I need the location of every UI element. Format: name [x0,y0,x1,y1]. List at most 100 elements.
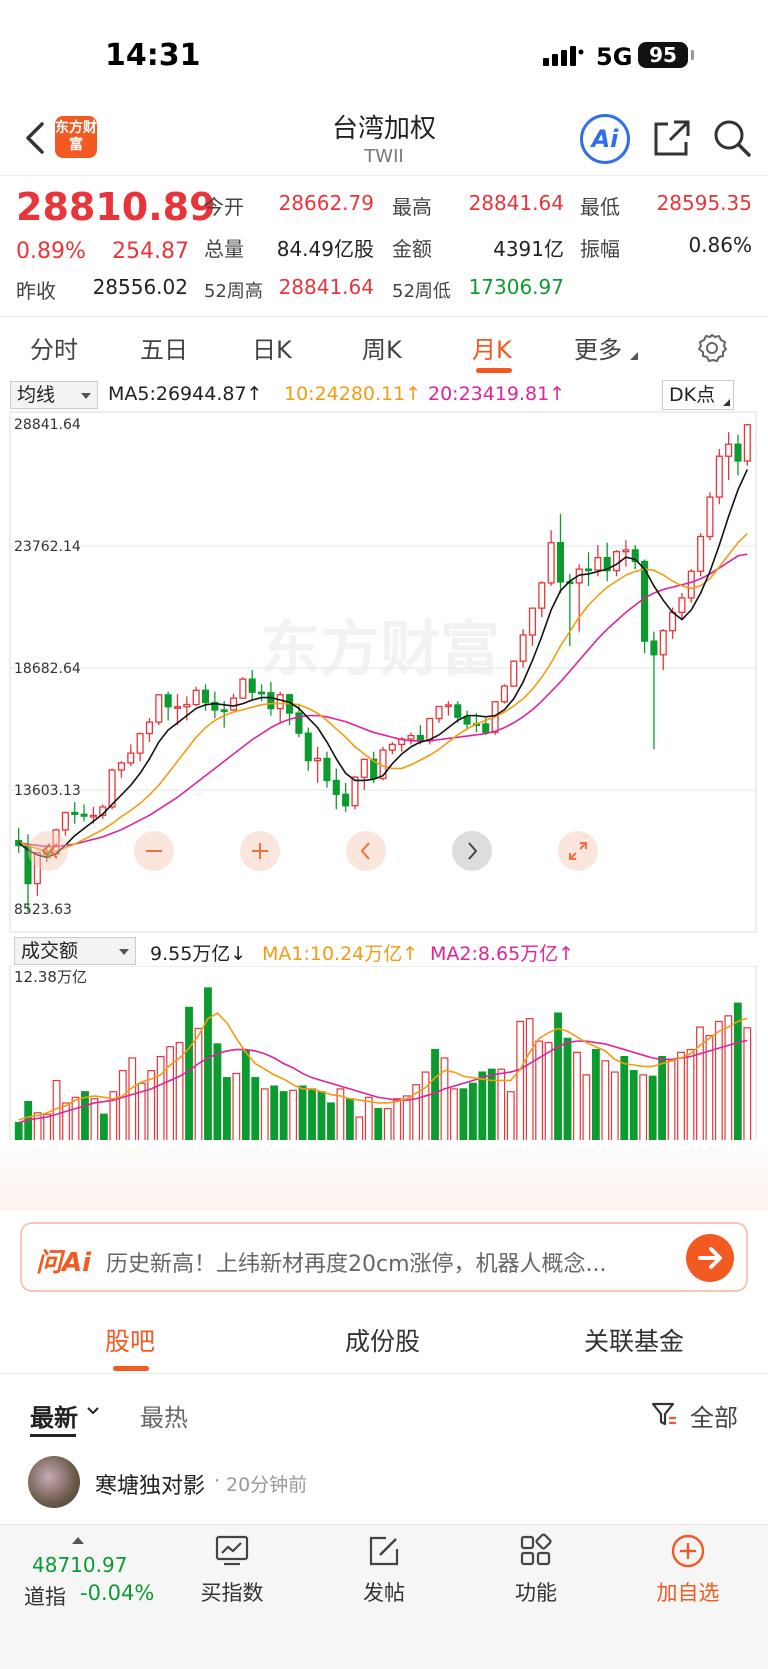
candle-body [360,758,368,778]
candle-body [538,582,546,609]
y-tick-label: 18682.64 [14,661,81,677]
candle-body [725,443,733,457]
ask-ai-go-button[interactable] [686,1234,734,1282]
candle-body [117,762,125,771]
scroll-left-fast-icon[interactable] [28,831,68,871]
dow-index-name[interactable]: 道指 [24,1581,66,1611]
active-subtab-underline [113,1366,149,1371]
candle-body [276,694,284,710]
compose-icon [369,1536,399,1566]
candle-body [304,732,312,762]
ma20-value: 20:23419.81↑ [428,383,566,405]
volume-legend-bar: 成交额 9.55万亿↓ MA1:10.24万亿↑ MA2:8.65万亿↑ [0,935,768,967]
avatar[interactable] [28,1456,80,1508]
candle-body [80,813,88,817]
filter-funnel-icon[interactable] [650,1400,678,1428]
tab-related-funds[interactable]: 关联基金 [584,1322,684,1358]
candle-body [669,611,677,632]
y-tick-label: 23762.14 [14,539,81,555]
candle-body [388,743,396,751]
volume-bar [185,1006,193,1163]
functions-button[interactable]: 功能 [486,1533,586,1607]
high-label: 最高 [392,195,432,219]
amplitude-value: 0.86% [688,233,752,257]
candle-body [612,551,621,572]
more-caret-icon [630,352,638,360]
ma-legend-bar: 均线 MA5:26944.87↑ 10:24280.11↑ 20:23419.8… [0,378,768,410]
amplitude-label: 振幅 [580,237,620,261]
scroll-left-icon[interactable] [346,831,386,871]
candle-body [697,535,705,572]
low-value: 28595.35 [656,191,752,215]
volume-label: 总量 [204,237,244,261]
filter-all[interactable]: 全部 [690,1398,738,1433]
volume-value: 84.49亿股 [276,237,374,261]
search-icon[interactable] [712,118,752,158]
post-item[interactable]: 寒塘独对影 · 20分钟前 [0,1452,768,1522]
post-author[interactable]: 寒塘独对影 [95,1468,205,1500]
settings-gear-icon[interactable] [696,332,728,364]
tab-weekly-k[interactable]: 周K [362,330,402,365]
tab-daily-k[interactable]: 日K [252,330,292,365]
kline-chart[interactable]: 东方财富 28841.64 23762.14 18682.64 13603.13 852… [0,410,768,933]
dk-point-label: DK点 [669,384,716,406]
candle-body [332,779,340,795]
buy-index-button[interactable]: 买指数 [182,1533,282,1607]
ask-ai-bar[interactable]: 问Ai 历史新高！上纬新材再度20cm涨停，机器人概念... [20,1222,748,1292]
candle-body [89,814,97,818]
candle-body [267,692,275,710]
network-type: 5G [596,43,633,71]
chart-footer-fade [0,1140,768,1210]
indicator-select[interactable]: 均线 [10,381,98,409]
control-circle [28,831,68,871]
zoom-in-icon[interactable] [240,831,280,871]
volume-current: 9.55万亿↓ [150,943,247,965]
dk-point-button[interactable]: DK点 [662,380,734,410]
candle-body [743,424,751,462]
bottom-bar: 48710.97 道指 -0.04% 买指数 发帖 功能 加自选 [0,1524,768,1669]
candle-body [528,607,537,636]
candle-body [622,549,630,553]
dow-index-change[interactable]: -0.04% [80,1581,154,1605]
low-label: 最低 [580,195,620,219]
tab-guba[interactable]: 股吧 [105,1322,155,1358]
grid-apps-icon [520,1533,552,1566]
filter-latest[interactable]: 最新 [30,1398,78,1433]
candle-body [584,568,593,572]
candle-body [556,542,565,583]
candle-body [71,811,79,815]
candle-body [650,640,658,656]
ai-assistant-button[interactable]: Ai [580,114,630,164]
w52-high-value: 28841.64 [278,275,374,299]
filter-hottest[interactable]: 最热 [140,1398,188,1433]
add-watchlist-button[interactable]: 加自选 [638,1533,738,1607]
active-tab-underline [476,368,512,373]
battery-tip [691,50,694,60]
candle-body [258,691,266,695]
w52-low-label: 52周低 [392,281,451,302]
candle-body [715,455,723,498]
expand-up-icon[interactable] [72,1537,84,1544]
fullscreen-icon[interactable] [558,831,598,871]
community-tabs: 股吧 成份股 关联基金 [0,1310,768,1374]
share-icon[interactable] [652,118,692,158]
tab-more[interactable]: 更多 [574,330,622,365]
open-value: 28662.79 [278,191,374,215]
y-tick-label: 13603.13 [14,783,81,799]
volume-bar [733,1002,742,1163]
filter-underline [30,1434,76,1437]
scroll-right-icon[interactable] [452,831,492,871]
candle-body [220,709,228,713]
candle-body [61,811,69,831]
post-button[interactable]: 发帖 [334,1533,434,1607]
tab-intraday[interactable]: 分时 [30,330,78,365]
tab-monthly-k[interactable]: 月K [472,330,512,365]
volume-indicator-select[interactable]: 成交额 [14,937,136,965]
separator-dot: · [214,1470,221,1492]
tab-constituents[interactable]: 成份股 [345,1322,420,1358]
candle-body [342,793,350,807]
tab-five-day[interactable]: 五日 [140,330,188,365]
zoom-out-icon[interactable] [134,831,174,871]
plus-circle-icon [671,1534,705,1568]
dow-index-value[interactable]: 48710.97 [32,1553,127,1577]
